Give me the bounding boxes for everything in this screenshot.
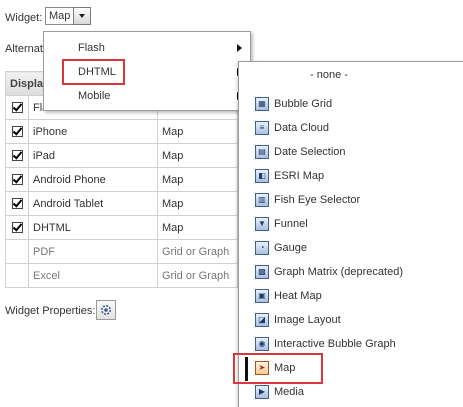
submenu-item-media[interactable]: ▶ Media bbox=[239, 381, 463, 405]
interactive-bubble-graph-icon: ◉ bbox=[255, 337, 269, 351]
submenu-item-label: Image Layout bbox=[274, 314, 341, 326]
submenu-item-label: Heat Map bbox=[274, 290, 322, 302]
image-layout-icon: ◪ bbox=[255, 313, 269, 327]
widget-select-value: Map bbox=[45, 7, 74, 25]
submenu-item-fish-eye-selector[interactable]: ▥ Fish Eye Selector bbox=[239, 189, 463, 213]
chevron-down-icon bbox=[79, 14, 86, 18]
table-row: PDF Grid or Graph bbox=[5, 239, 238, 264]
android-phone-checkbox[interactable] bbox=[12, 174, 23, 186]
submenu-item-label: ESRI Map bbox=[274, 170, 325, 182]
ipad-checkbox[interactable] bbox=[12, 150, 23, 162]
menu-item-label: Flash bbox=[78, 42, 105, 54]
android-tablet-checkbox[interactable] bbox=[12, 198, 23, 210]
row-name: DHTML bbox=[28, 215, 158, 240]
widget-properties-label: Widget Properties: bbox=[5, 305, 96, 317]
graph-matrix-icon: ▩ bbox=[255, 265, 269, 279]
submenu-item-date-selection[interactable]: ▤ Date Selection bbox=[239, 141, 463, 165]
row-widget[interactable]: Map bbox=[157, 143, 238, 168]
menu-item-label: Mobile bbox=[78, 90, 111, 102]
submenu-item-funnel[interactable]: ▼ Funnel bbox=[239, 213, 463, 237]
heat-map-icon: ▣ bbox=[255, 289, 269, 303]
submenu-item-graph-matrix[interactable]: ▩ Graph Matrix (deprecated) bbox=[239, 261, 463, 285]
date-selection-icon: ▤ bbox=[255, 145, 269, 159]
bubble-grid-icon: ▦ bbox=[255, 97, 269, 111]
row-widget[interactable]: Map bbox=[157, 215, 238, 240]
data-cloud-icon: ≡ bbox=[255, 121, 269, 135]
submenu-item-gauge[interactable]: ◔ Gauge bbox=[239, 237, 463, 261]
submenu-item-image-layout[interactable]: ◪ Image Layout bbox=[239, 309, 463, 333]
submenu-item-label: Gauge bbox=[274, 242, 308, 254]
dhtml-checkbox[interactable] bbox=[12, 222, 23, 234]
widget-label: Widget: bbox=[5, 12, 43, 24]
flash-checkbox[interactable] bbox=[12, 102, 23, 114]
submenu-item-label: Interactive Bubble Graph bbox=[274, 338, 396, 350]
alternate-label: Alternat bbox=[5, 43, 43, 55]
media-icon: ▶ bbox=[255, 385, 269, 399]
submenu-item-data-cloud[interactable]: ≡ Data Cloud bbox=[239, 117, 463, 141]
gear-icon bbox=[101, 305, 111, 315]
submenu-item-label: Data Cloud bbox=[274, 122, 330, 134]
row-name: PDF bbox=[28, 239, 158, 264]
submenu-item-label: Fish Eye Selector bbox=[274, 194, 361, 206]
iphone-checkbox[interactable] bbox=[12, 126, 23, 138]
submenu-item-label: Bubble Grid bbox=[274, 98, 333, 110]
submenu-item-label: Date Selection bbox=[274, 146, 346, 158]
chevron-right-icon bbox=[237, 44, 242, 52]
widget-select-button[interactable] bbox=[73, 7, 92, 25]
submenu-item-bubble-grid[interactable]: ▦ Bubble Grid bbox=[239, 93, 463, 117]
funnel-icon: ▼ bbox=[255, 217, 269, 231]
row-widget: Grid or Graph bbox=[157, 263, 238, 288]
table-row: Android Tablet Map bbox=[5, 191, 238, 216]
row-widget[interactable]: Map bbox=[157, 167, 238, 192]
row-name: Android Tablet bbox=[28, 191, 158, 216]
submenu-item-esri-map[interactable]: ◧ ESRI Map bbox=[239, 165, 463, 189]
fish-eye-selector-icon: ▥ bbox=[255, 193, 269, 207]
submenu-item-label: Media bbox=[274, 386, 304, 398]
row-name: iPad bbox=[28, 143, 158, 168]
row-name: Excel bbox=[28, 263, 158, 288]
table-row: DHTML Map bbox=[5, 215, 238, 240]
map-highlight-box bbox=[233, 353, 323, 384]
table-row: Excel Grid or Graph bbox=[5, 263, 238, 288]
row-widget[interactable]: Map bbox=[157, 119, 238, 144]
submenu-item-label: Funnel bbox=[274, 218, 308, 230]
table-row: iPad Map bbox=[5, 143, 238, 168]
submenu-item-label: Graph Matrix (deprecated) bbox=[274, 266, 403, 278]
esri-map-icon: ◧ bbox=[255, 169, 269, 183]
table-row: Android Phone Map bbox=[5, 167, 238, 192]
table-row: iPhone Map bbox=[5, 119, 238, 144]
widget-properties-button[interactable] bbox=[96, 300, 116, 320]
menu-item-flash[interactable]: Flash bbox=[44, 37, 250, 59]
dhtml-highlight-box bbox=[62, 59, 125, 85]
widget-select[interactable]: Map bbox=[45, 7, 92, 25]
row-widget: Grid or Graph bbox=[157, 239, 238, 264]
submenu-item-none[interactable]: - none - bbox=[239, 69, 463, 81]
gauge-icon: ◔ bbox=[255, 241, 269, 255]
submenu-item-heat-map[interactable]: ▣ Heat Map bbox=[239, 285, 463, 309]
row-name: Android Phone bbox=[28, 167, 158, 192]
menu-item-mobile[interactable]: Mobile bbox=[44, 85, 250, 107]
row-name: iPhone bbox=[28, 119, 158, 144]
row-widget[interactable]: Map bbox=[157, 191, 238, 216]
